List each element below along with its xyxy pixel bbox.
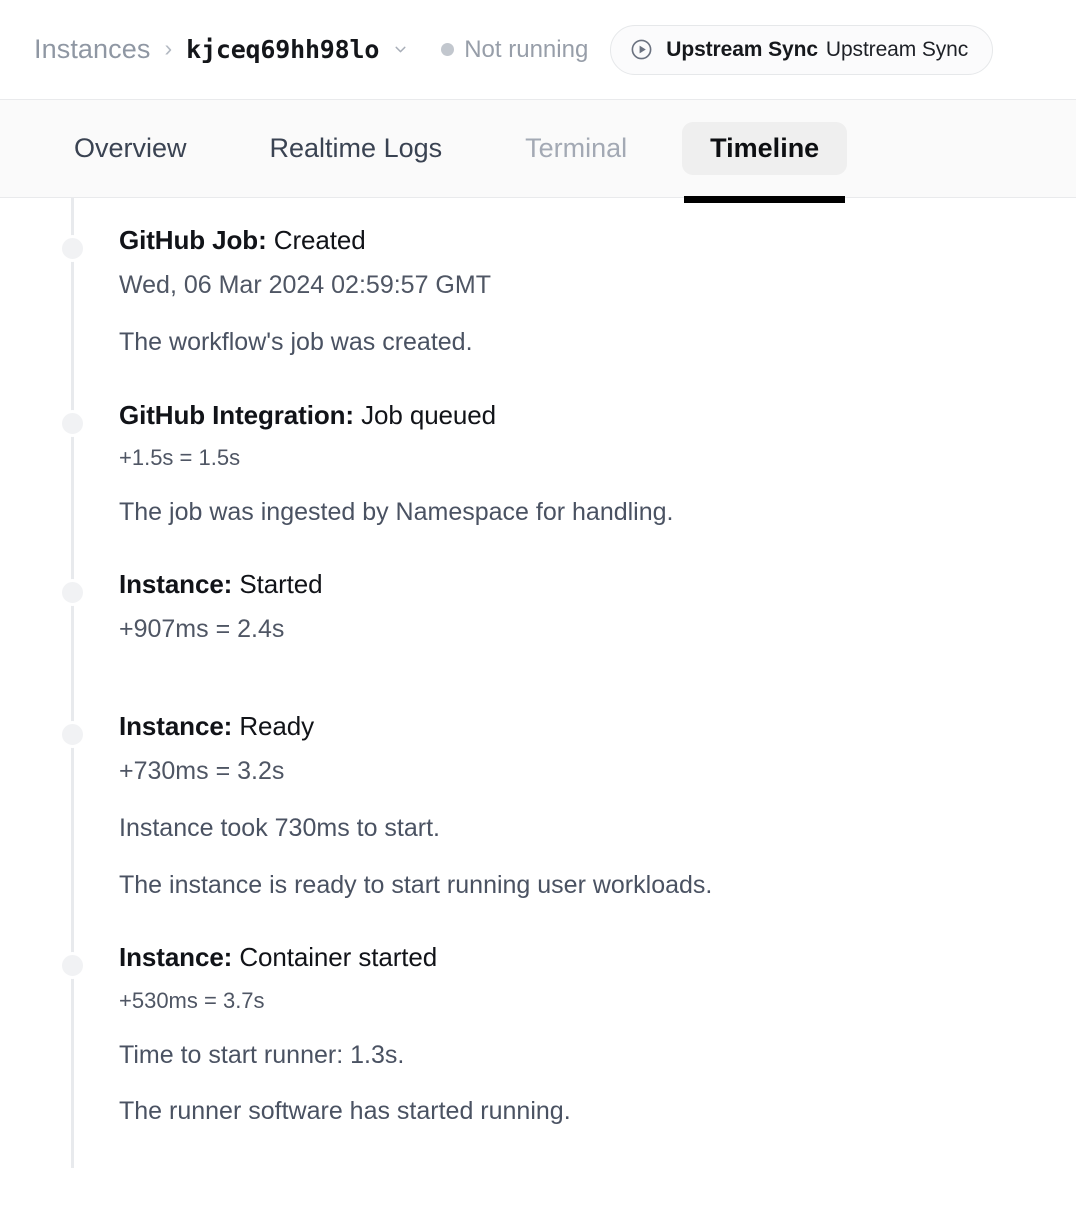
- timeline-item-event: Ready: [232, 711, 314, 741]
- timeline-item-time: Wed, 06 Mar 2024 02:59:57 GMT: [119, 270, 1076, 301]
- timeline-item-source: Instance:: [119, 569, 232, 599]
- timeline-item: Instance: Container started +530ms = 3.7s…: [0, 941, 1076, 1167]
- timeline-item-time: +907ms = 2.4s: [119, 614, 1076, 645]
- timeline-item-time: +1.5s = 1.5s: [119, 444, 1076, 472]
- tab-realtime-logs[interactable]: Realtime Logs: [242, 122, 471, 175]
- timeline-item-source: Instance:: [119, 942, 232, 972]
- timeline-item: Instance: Started +907ms = 2.4s: [0, 568, 1076, 710]
- timeline-item: Instance: Ready +730ms = 3.2s Instance too…: [0, 710, 1076, 941]
- timeline-dot-icon: [59, 410, 86, 437]
- timeline-item-event: Job queued: [354, 400, 496, 430]
- status-label: Not running: [464, 36, 588, 64]
- timeline-panel: GitHub Job: Created Wed, 06 Mar 2024 02:5…: [0, 198, 1076, 1168]
- timeline-dot-icon: [59, 952, 86, 979]
- timeline-item-title: Instance: Container started: [119, 941, 1076, 975]
- timeline-item-title: Instance: Started: [119, 568, 1076, 602]
- timeline-item-description: The job was ingested by Namespace for ha…: [119, 496, 1076, 529]
- timeline-item: GitHub Integration: Job queued +1.5s = 1.…: [0, 399, 1076, 569]
- timeline-item-description: Instance took 730ms to start.: [119, 812, 1076, 845]
- timeline-dot-icon: [59, 579, 86, 606]
- upstream-sync-badge[interactable]: Upstream Sync Upstream Sync: [610, 25, 993, 75]
- upstream-sync-title: Upstream Sync: [666, 38, 818, 62]
- timeline-item-source: GitHub Job:: [119, 225, 267, 255]
- timeline-item-event: Created: [267, 225, 366, 255]
- tab-overview[interactable]: Overview: [46, 122, 215, 175]
- upstream-sync-subtitle: Upstream Sync: [826, 38, 968, 62]
- timeline-item-description: Time to start runner: 1.3s.: [119, 1039, 1076, 1072]
- chevron-down-icon[interactable]: [392, 41, 409, 58]
- timeline-item-source: GitHub Integration:: [119, 400, 354, 430]
- status-badge: Not running: [441, 36, 588, 64]
- breadcrumb-root-link[interactable]: Instances: [34, 34, 150, 65]
- timeline-item-title: GitHub Integration: Job queued: [119, 399, 1076, 433]
- timeline-item-event: Container started: [232, 942, 437, 972]
- timeline-item-event: Started: [232, 569, 322, 599]
- timeline-item-description: The instance is ready to start running u…: [119, 869, 1076, 902]
- timeline-item: GitHub Job: Created Wed, 06 Mar 2024 02:5…: [0, 224, 1076, 399]
- tab-bar: Overview Realtime Logs Terminal Timeline: [0, 100, 1076, 198]
- timeline-item-description: The runner software has started running.: [119, 1095, 1076, 1128]
- timeline-dot-icon: [59, 235, 86, 262]
- timeline-item-time: +730ms = 3.2s: [119, 756, 1076, 787]
- status-dot-icon: [441, 43, 454, 56]
- timeline-item-time: +530ms = 3.7s: [119, 987, 1076, 1015]
- breadcrumb-instance-id[interactable]: kjceq69hh98lo: [186, 35, 379, 64]
- timeline-item-description: The workflow's job was created.: [119, 326, 1076, 359]
- timeline-dot-icon: [59, 721, 86, 748]
- breadcrumb-header: Instances › kjceq69hh98lo Not running Up…: [0, 0, 1076, 100]
- timeline-item-title: GitHub Job: Created: [119, 224, 1076, 258]
- tab-terminal[interactable]: Terminal: [497, 122, 655, 175]
- timeline-item-source: Instance:: [119, 711, 232, 741]
- play-circle-icon: [630, 38, 653, 61]
- tab-timeline[interactable]: Timeline: [682, 122, 847, 175]
- timeline-item-title: Instance: Ready: [119, 710, 1076, 744]
- timeline-list: GitHub Job: Created Wed, 06 Mar 2024 02:5…: [0, 198, 1076, 1168]
- breadcrumb-separator-icon: ›: [164, 37, 172, 60]
